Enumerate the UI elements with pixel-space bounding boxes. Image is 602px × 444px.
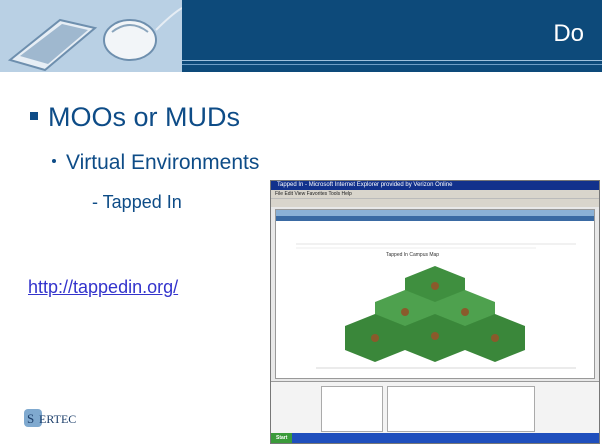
- header-line: [182, 60, 602, 61]
- browser-title-bar: Tapped In - Microsoft Internet Explorer …: [271, 181, 599, 190]
- bullet-level2: Virtual Environments: [52, 151, 259, 175]
- dot-bullet-icon: [52, 159, 56, 164]
- bullet-level3: - Tapped In: [92, 192, 182, 212]
- browser-address-bar: [271, 198, 599, 207]
- browser-page: Tapped In Campus Map: [275, 209, 595, 379]
- windows-taskbar: Start: [271, 433, 599, 443]
- computer-mouse-image: [0, 0, 182, 72]
- bullet-level1-text: MOOs or MUDs: [48, 102, 240, 132]
- sertec-logo: S ERTEC: [24, 407, 84, 429]
- chat-panel: [271, 381, 599, 434]
- tappedin-browser-screenshot: Tapped In - Microsoft Internet Explorer …: [270, 180, 600, 444]
- chat-log: [387, 386, 535, 432]
- header-band: Do: [0, 0, 602, 72]
- tappedin-link[interactable]: http://tappedin.org/: [28, 277, 178, 298]
- svg-text:ERTEC: ERTEC: [39, 412, 76, 426]
- svg-text:S: S: [27, 411, 34, 426]
- header-photo: [0, 0, 182, 72]
- header-line: [182, 64, 602, 65]
- campus-map: [296, 243, 576, 369]
- user-list: [321, 386, 383, 432]
- square-bullet-icon: [30, 111, 38, 120]
- browser-menu-bar: File Edit View Favorites Tools Help: [271, 190, 599, 198]
- slide-title: Do: [553, 20, 584, 47]
- bullet-level1: MOOs or MUDs: [30, 102, 240, 133]
- bullet-level2-text: Virtual Environments: [66, 151, 260, 174]
- page-subnav: [276, 216, 594, 221]
- start-button: Start: [271, 433, 293, 443]
